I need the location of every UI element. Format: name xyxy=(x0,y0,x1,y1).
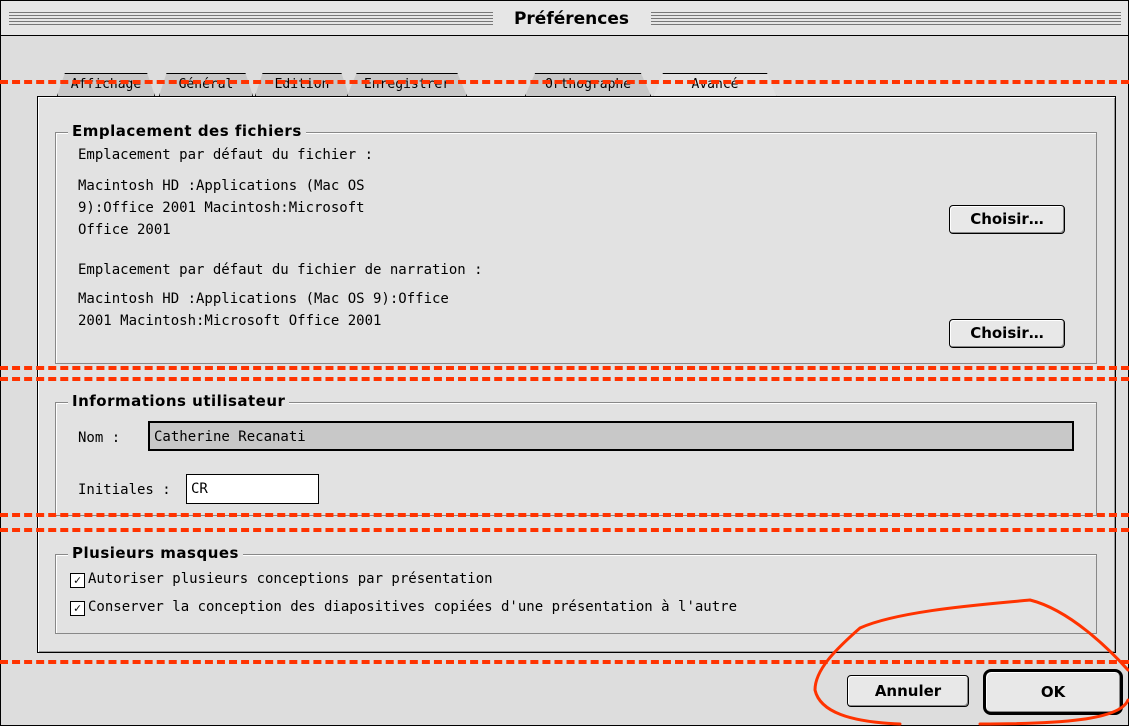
annotation-circle xyxy=(813,598,1129,726)
